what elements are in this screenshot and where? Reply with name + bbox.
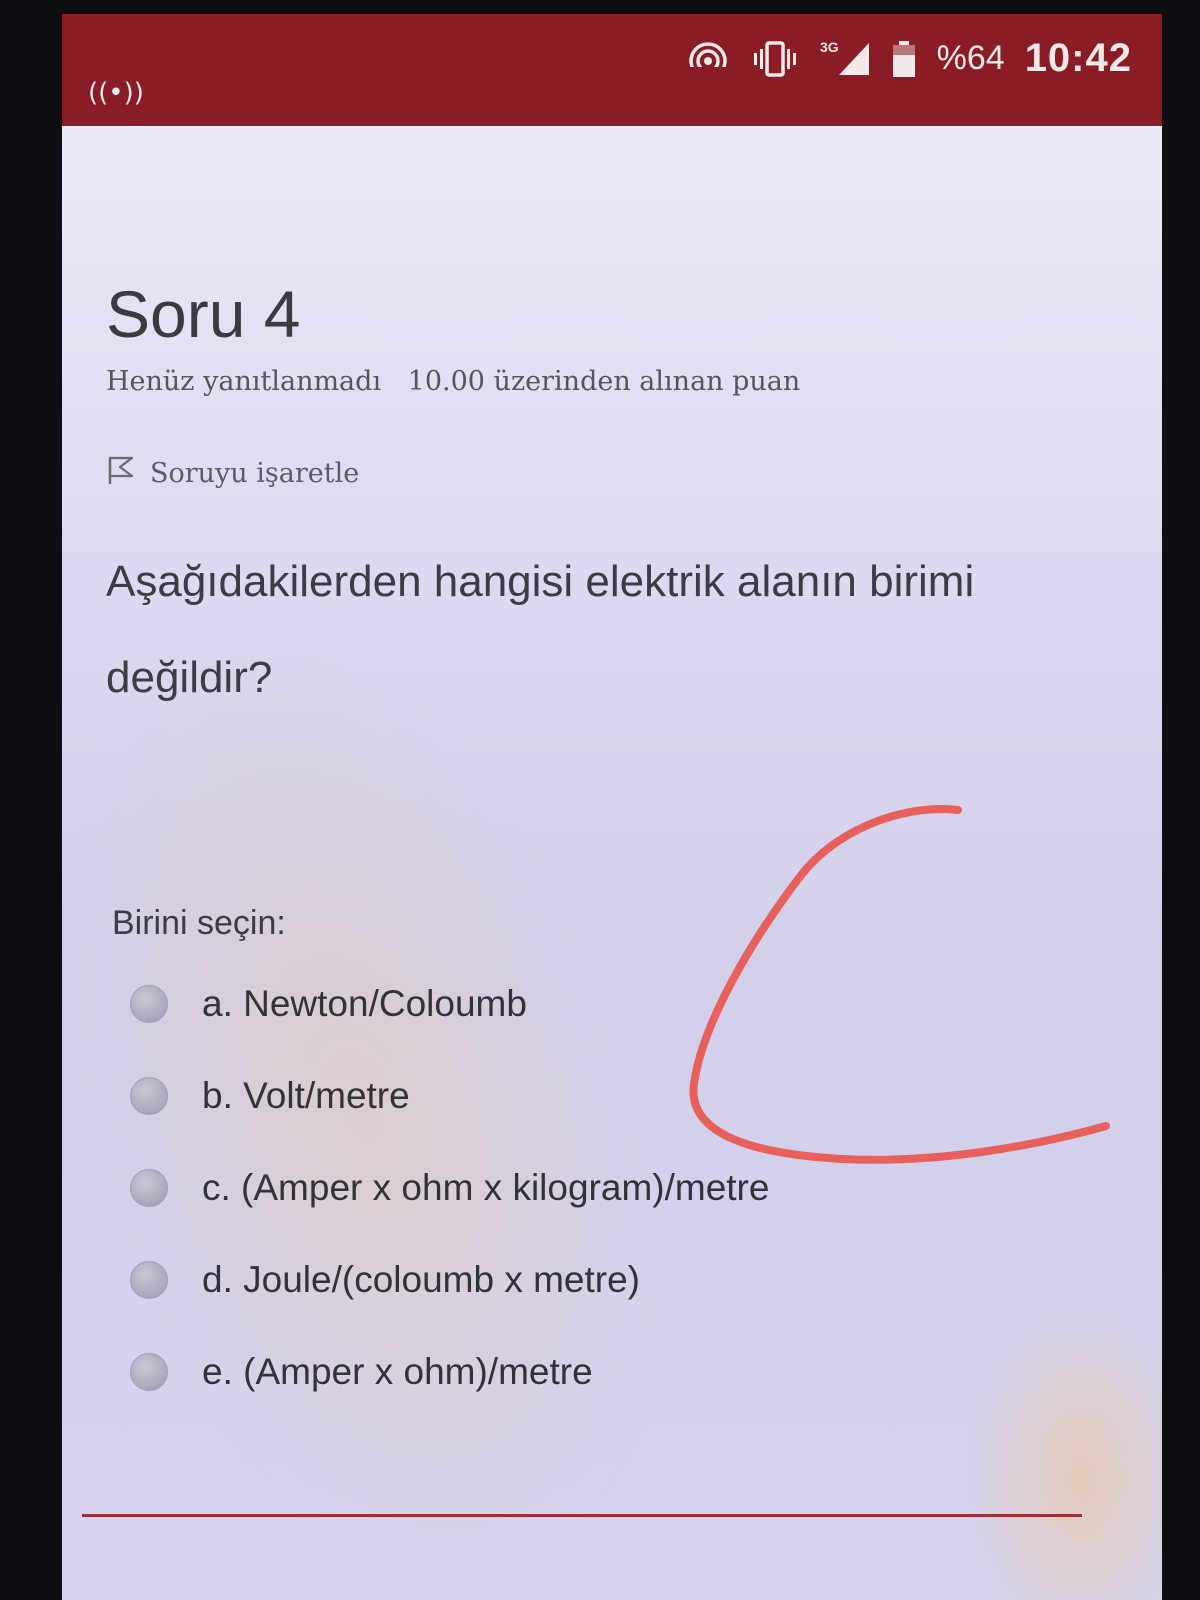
answer-option-d[interactable]: d. Joule/(coloumb x metre) <box>130 1252 1030 1308</box>
phone-screen: ((•)) 3G %64 10:42 Soru 4 Henüz yanıtlan… <box>62 14 1162 1600</box>
question-points: 10.00 üzerinden alınan puan <box>407 366 801 397</box>
flag-icon <box>106 454 136 493</box>
battery-percent: %64 <box>936 39 1005 77</box>
network-type: 3G <box>819 38 839 55</box>
radio-button[interactable] <box>130 1261 168 1299</box>
hotspot-icon: ((•)) <box>88 78 144 108</box>
answer-label: c. (Amper x ohm x kilogram)/metre <box>202 1167 770 1208</box>
status-bar: ((•)) 3G %64 10:42 <box>62 14 1162 126</box>
wifi-icon <box>685 39 730 79</box>
answer-prompt: Birini seçin: <box>112 904 286 942</box>
answer-label: e. (Amper x ohm)/metre <box>202 1351 593 1392</box>
question-text: Aşağıdakilerden hangisi elektrik alanın … <box>106 557 975 702</box>
vibrate-icon <box>750 39 800 79</box>
flag-question-link[interactable]: Soruyu işaretle <box>106 454 359 493</box>
radio-button[interactable] <box>130 1077 168 1115</box>
question-info: Henüz yanıtlanmadı 10.00 üzerinden alına… <box>106 366 818 397</box>
section-divider <box>82 1514 1082 1517</box>
question-title: Soru 4 <box>106 277 301 351</box>
answer-option-e[interactable]: e. (Amper x ohm)/metre <box>130 1344 1030 1400</box>
status-icons: 3G %64 10:42 <box>685 36 1132 81</box>
answer-option-b[interactable]: b. Volt/metre <box>130 1068 1030 1124</box>
status-clock: 10:42 <box>1024 36 1132 80</box>
answer-label: d. Joule/(coloumb x metre) <box>202 1259 641 1300</box>
answer-label: b. Volt/metre <box>202 1075 410 1116</box>
answer-status: Henüz yanıtlanmadı <box>106 366 382 397</box>
answer-option-a[interactable]: a. Newton/Coloumb <box>130 976 1030 1032</box>
flag-label: Soruyu işaretle <box>150 458 360 489</box>
answer-label: a. Newton/Coloumb <box>202 983 527 1024</box>
radio-button[interactable] <box>130 1353 168 1391</box>
answer-option-c[interactable]: c. (Amper x ohm x kilogram)/metre <box>130 1160 1030 1216</box>
radio-button[interactable] <box>130 985 168 1023</box>
signal-icon: 3G <box>819 38 871 77</box>
radio-button[interactable] <box>130 1169 168 1207</box>
battery-icon <box>891 39 917 79</box>
